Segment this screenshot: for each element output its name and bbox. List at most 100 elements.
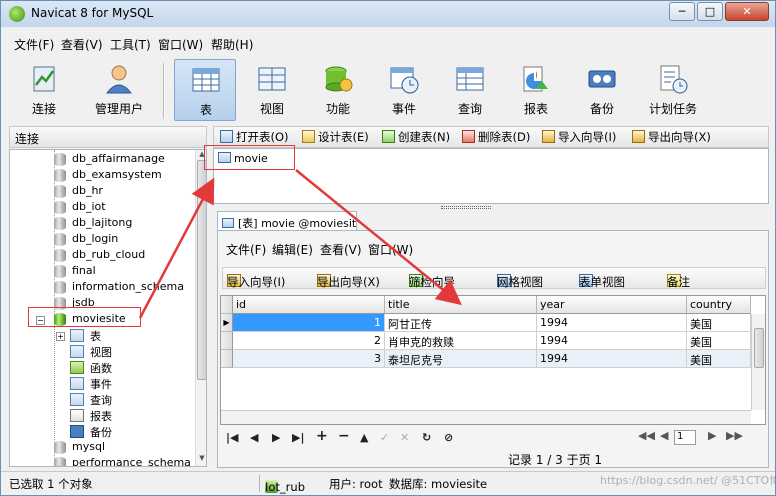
cell-title[interactable]: 泰坦尼克号	[385, 350, 537, 368]
table-window-tab[interactable]: [表] movie @moviesite (I...	[217, 211, 357, 231]
open-table-button[interactable]: 打开表(O)	[220, 129, 289, 145]
refresh-button[interactable]: ↻	[422, 431, 431, 444]
delete-record-button[interactable]: −	[338, 428, 350, 444]
column-header-id[interactable]: id	[233, 296, 385, 314]
cell-id[interactable]: 2	[233, 332, 385, 350]
menu-edit[interactable]: 编辑(E)	[272, 241, 313, 258]
toolbar-report-button[interactable]: 报表	[505, 59, 567, 121]
menu-window[interactable]: 窗口(W)	[158, 36, 203, 53]
cell-title[interactable]: 阿甘正传	[385, 314, 537, 332]
page-number-input[interactable]: 1	[674, 430, 696, 445]
toolbar-query-button[interactable]: 查询	[439, 59, 501, 121]
row-header[interactable]	[221, 332, 233, 350]
first-page-button[interactable]: ◀◀	[638, 429, 655, 442]
pane-splitter[interactable]	[441, 206, 491, 209]
tree-item-database[interactable]: db_lajitong	[10, 216, 194, 232]
column-header-title[interactable]: title	[385, 296, 537, 314]
edit-record-button[interactable]: ▲	[360, 431, 368, 444]
menu-help[interactable]: 帮助(H)	[211, 36, 253, 53]
first-record-button[interactable]: |◀	[226, 431, 238, 444]
menu-file[interactable]: 文件(F)	[14, 36, 54, 53]
toolbar-table-button[interactable]: 表	[174, 59, 236, 121]
grid-horizontal-scrollbar[interactable]	[221, 410, 751, 424]
tree-item-tables[interactable]: + 表	[10, 328, 194, 344]
current-row-marker[interactable]: ▶	[221, 314, 233, 332]
column-header-country[interactable]: country	[687, 296, 751, 314]
table-window-menu: 文件(F) 编辑(E) 查看(V) 窗口(W)	[218, 239, 768, 259]
row-header[interactable]	[221, 350, 233, 368]
import-wizard-button[interactable]: 导入向导(I)	[542, 129, 616, 145]
export-wizard-button[interactable]: 导出向导(X)	[632, 129, 711, 145]
minimize-button[interactable]: ─	[669, 2, 695, 21]
cell-year[interactable]: 1994	[537, 350, 687, 368]
tree-item-database[interactable]: db_login	[10, 232, 194, 248]
prev-page-button[interactable]: ◀	[660, 429, 668, 442]
tree-item-database[interactable]: db_affairmanage	[10, 152, 194, 168]
tree-item-views[interactable]: 视图	[10, 344, 194, 360]
cell-title[interactable]: 肖申克的救赎	[385, 332, 537, 350]
menu-tools[interactable]: 工具(T)	[110, 36, 151, 53]
cell-year[interactable]: 1994	[537, 332, 687, 350]
last-page-button[interactable]: ▶▶	[726, 429, 743, 442]
connection-icon	[33, 66, 55, 92]
expand-toggle[interactable]: +	[56, 332, 65, 341]
tree-item-database[interactable]: db_rub_cloud	[10, 248, 194, 264]
grid-vertical-scrollbar[interactable]	[751, 314, 765, 410]
last-record-button[interactable]: ▶|	[292, 431, 304, 444]
tree-item-database[interactable]: db_hr	[10, 184, 194, 200]
toolbar-manage-users-button[interactable]: 管理用户	[81, 59, 157, 121]
toolbar-connection-button[interactable]: 连接	[13, 59, 75, 121]
cell-year[interactable]: 1994	[537, 314, 687, 332]
database-status: 数据库: moviesite	[389, 477, 488, 491]
toolbar-view-button[interactable]: 视图	[241, 59, 303, 121]
tree-scrollbar[interactable]: ▲ ▼	[195, 150, 206, 466]
tree-item-database[interactable]: db_iot	[10, 200, 194, 216]
menu-window[interactable]: 窗口(W)	[368, 241, 413, 258]
menu-view[interactable]: 查看(V)	[320, 241, 362, 258]
add-record-button[interactable]: +	[316, 428, 328, 444]
design-table-button[interactable]: 设计表(E)	[302, 129, 369, 145]
cell-country[interactable]: 美国	[687, 332, 751, 350]
tree-item-functions[interactable]: 函数	[10, 360, 194, 376]
report-icon	[523, 66, 548, 92]
table-window-toolbar: 导入向导(I) 导出向导(X) 筛检向导 网格视图 表单视图 备注	[222, 267, 766, 289]
selection-status: 已选取 1 个对象	[9, 477, 93, 491]
stop-button[interactable]: ⊘	[444, 431, 453, 444]
connection-panel-header: 连接	[9, 126, 207, 148]
delete-table-button[interactable]: 删除表(D)	[462, 129, 530, 145]
toolbar-function-button[interactable]: 功能	[307, 59, 369, 121]
toolbar-backup-button[interactable]: 备份	[571, 59, 633, 121]
tree-item-queries[interactable]: 查询	[10, 392, 194, 408]
cell-id[interactable]: 1	[233, 314, 385, 332]
column-header-year[interactable]: year	[537, 296, 687, 314]
tree-item-reports[interactable]: 报表	[10, 408, 194, 424]
database-icon	[54, 249, 66, 262]
next-page-button[interactable]: ▶	[708, 429, 716, 442]
cell-id[interactable]: 3	[233, 350, 385, 368]
title-bar: Navicat 8 for MySQL ─ □ ✕	[1, 1, 775, 27]
tree-item-database[interactable]: db_examsystem	[10, 168, 194, 184]
tree-item-events[interactable]: 事件	[10, 376, 194, 392]
backup-icon	[70, 425, 84, 438]
grid-scroll-thumb[interactable]	[754, 328, 764, 368]
close-button[interactable]: ✕	[725, 2, 769, 21]
tree-item-backups[interactable]: 备份	[10, 424, 194, 440]
tree-item-database[interactable]: performance_schema	[10, 456, 194, 466]
next-record-button[interactable]: ▶	[272, 431, 280, 444]
scroll-down-arrow[interactable]: ▼	[196, 454, 206, 464]
menu-file[interactable]: 文件(F)	[226, 241, 266, 258]
apply-button[interactable]: ✓	[380, 431, 389, 444]
toolbar-event-button[interactable]: 事件	[373, 59, 435, 121]
cancel-button[interactable]: ✕	[400, 431, 409, 444]
tree-scroll-thumb[interactable]	[197, 160, 206, 380]
toolbar-schedule-button[interactable]: 计划任务	[635, 59, 711, 121]
cell-country[interactable]: 美国	[687, 350, 751, 368]
cell-country[interactable]: 美国	[687, 314, 751, 332]
maximize-button[interactable]: □	[697, 2, 723, 21]
create-table-button[interactable]: 创建表(N)	[382, 129, 450, 145]
tree-item-database[interactable]: information_schema	[10, 280, 194, 296]
menu-view[interactable]: 查看(V)	[61, 36, 103, 53]
tree-item-database[interactable]: final	[10, 264, 194, 280]
tree-item-database[interactable]: mysql	[10, 440, 194, 456]
prev-record-button[interactable]: ◀	[250, 431, 258, 444]
